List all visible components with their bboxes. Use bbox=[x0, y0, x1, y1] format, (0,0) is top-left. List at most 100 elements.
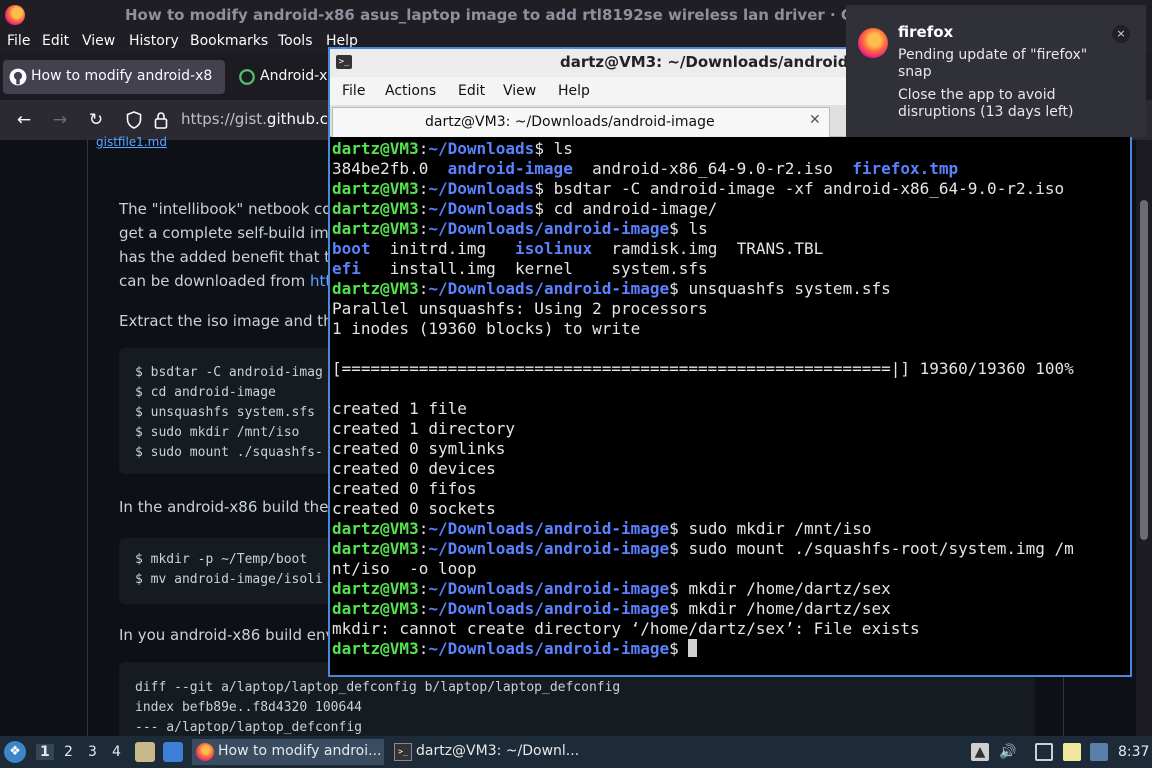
path-text: ~/Downloads/android-image bbox=[428, 599, 670, 618]
path-text: ~/Downloads/android-image bbox=[428, 539, 670, 558]
terminal-text: $ bsdtar -C android-image -xf android-x8… bbox=[534, 179, 1065, 198]
task-terminal[interactable]: >_ dartz@VM3: ~/Downl... bbox=[390, 739, 582, 765]
term-menu-file[interactable]: File bbox=[342, 83, 365, 99]
menu-file[interactable]: File bbox=[7, 33, 30, 49]
path-text: ~/Downloads bbox=[428, 199, 535, 218]
menu-history[interactable]: History bbox=[129, 33, 179, 49]
volume-icon[interactable]: 🔊 bbox=[999, 743, 1017, 761]
terminal-text: ramdisk.img TRANS.TBL bbox=[592, 239, 824, 258]
terminal-text: mkdir: cannot create directory ‘/home/da… bbox=[332, 619, 920, 638]
terminal-text: $ bbox=[669, 639, 689, 658]
code-line: --- a/laptop/laptop_defconfig bbox=[135, 720, 362, 735]
terminal-window: >_ dartz@VM3: ~/Downloads/android- File … bbox=[328, 47, 1132, 677]
firefox-window-title: How to modify android-x86 asus_laptop im… bbox=[125, 6, 866, 24]
tab-gist-label: How to modify android-x8 bbox=[31, 68, 213, 84]
terminal-text: install.img kernel system.sfs bbox=[360, 259, 708, 278]
term-menu-view[interactable]: View bbox=[503, 83, 536, 99]
terminal-line: created 0 symlinks bbox=[332, 439, 505, 459]
term-menu-actions[interactable]: Actions bbox=[385, 83, 436, 99]
workspace-4[interactable]: 4 bbox=[112, 744, 121, 760]
tab-android-x86[interactable]: Android-x8 bbox=[232, 60, 332, 94]
terminal-tab[interactable]: dartz@VM3: ~/Downloads/android-image ✕ bbox=[332, 107, 830, 137]
terminal-tab-label: dartz@VM3: ~/Downloads/android-image bbox=[425, 114, 715, 130]
terminal-window-title: dartz@VM3: ~/Downloads/android- bbox=[560, 53, 855, 71]
network-icon[interactable] bbox=[1035, 743, 1053, 761]
scrollbar-thumb[interactable] bbox=[1140, 200, 1148, 540]
paragraph-text: In the android-x86 build the bbox=[119, 498, 334, 516]
back-icon[interactable]: ← bbox=[13, 109, 35, 131]
close-icon[interactable]: × bbox=[1112, 25, 1130, 43]
prompt-user: dartz@VM3 bbox=[332, 519, 419, 538]
menu-bookmarks[interactable]: Bookmarks bbox=[190, 33, 268, 49]
terminal-text: 384be2fb.0 bbox=[332, 159, 448, 178]
page-scrollbar[interactable] bbox=[1136, 140, 1152, 736]
tab-android-x86-label: Android-x8 bbox=[260, 68, 332, 84]
terminal-line: dartz@VM3:~/Downloads$ bsdtar -C android… bbox=[332, 179, 1064, 199]
prompt-user: dartz@VM3 bbox=[332, 539, 419, 558]
firefox-icon bbox=[196, 743, 214, 761]
menu-edit[interactable]: Edit bbox=[42, 33, 69, 49]
terminal-text: : bbox=[418, 519, 429, 538]
start-menu-icon[interactable]: ❖ bbox=[4, 741, 26, 763]
terminal-text: $ unsquashfs system.sfs bbox=[669, 279, 891, 298]
term-menu-help[interactable]: Help bbox=[558, 83, 590, 99]
path-text: ~/Downloads/android-image bbox=[428, 519, 670, 538]
workspace-1[interactable]: 1 bbox=[36, 744, 54, 760]
terminal-line: created 1 file bbox=[332, 399, 467, 419]
terminal-text: created 1 file bbox=[332, 399, 467, 418]
paragraph-line: can be downloaded from http bbox=[119, 271, 341, 291]
notification-tray-icon[interactable] bbox=[1090, 743, 1108, 761]
code-line: $ bsdtar -C android-imag bbox=[135, 365, 323, 380]
terminal-text: : bbox=[418, 139, 429, 158]
terminal-line: created 1 directory bbox=[332, 419, 515, 439]
terminal-text: 1 inodes (19360 blocks) to write bbox=[332, 319, 641, 338]
menu-view[interactable]: View bbox=[82, 33, 115, 49]
shield-icon[interactable] bbox=[126, 111, 142, 129]
code-line: diff --git a/laptop/laptop_defconfig b/l… bbox=[135, 680, 621, 695]
task-terminal-label: dartz@VM3: ~/Downl... bbox=[416, 743, 580, 759]
terminal-text: [=======================================… bbox=[332, 359, 1074, 378]
terminal-text: nt/iso -o loop bbox=[332, 559, 477, 578]
clipboard-icon[interactable]: ▲ bbox=[971, 743, 989, 761]
terminal-icon: >_ bbox=[336, 55, 352, 69]
lock-icon[interactable] bbox=[154, 111, 168, 129]
terminal-text: : bbox=[418, 599, 429, 618]
terminal-output[interactable]: dartz@VM3:~/Downloads$ ls 384be2fb.0 andr… bbox=[330, 138, 1130, 675]
close-icon[interactable]: ✕ bbox=[809, 112, 821, 128]
forward-icon[interactable]: → bbox=[49, 109, 71, 131]
reload-icon[interactable]: ↻ bbox=[85, 109, 107, 131]
notes-icon[interactable] bbox=[1063, 743, 1081, 761]
url-domain: github.co bbox=[266, 110, 338, 128]
code-line: $ mkdir -p ~/Temp/boot bbox=[135, 552, 308, 567]
terminal-line: dartz@VM3:~/Downloads/android-image$ mkd… bbox=[332, 579, 891, 599]
code-line: $ unsquashfs system.sfs bbox=[135, 405, 316, 420]
task-firefox[interactable]: How to modify androi... bbox=[192, 739, 384, 765]
url-bar[interactable]: https://gist.github.co bbox=[181, 110, 337, 128]
path-text: android-image bbox=[447, 159, 573, 178]
terminal-text: : bbox=[418, 639, 429, 658]
path-text: ~/Downloads bbox=[428, 139, 535, 158]
file-manager-icon[interactable] bbox=[135, 742, 155, 762]
paragraph-line: In you android-x86 build envir bbox=[119, 626, 345, 644]
workspace-3[interactable]: 3 bbox=[88, 744, 97, 760]
term-menu-edit[interactable]: Edit bbox=[458, 83, 485, 99]
menu-tools[interactable]: Tools bbox=[278, 33, 313, 49]
terminal-text: $ ls bbox=[669, 219, 708, 238]
path-text: isolinux bbox=[515, 239, 593, 258]
update-notification[interactable]: firefox Pending update of "firefox" snap… bbox=[846, 5, 1146, 137]
terminal-text: : bbox=[418, 179, 429, 198]
code-line: index befb89e..f8d4320 100644 bbox=[135, 700, 362, 715]
tab-gist[interactable]: How to modify android-x8 bbox=[3, 60, 225, 94]
path-text: ~/Downloads/android-image bbox=[428, 579, 670, 598]
notification-text: disruptions (13 days left) bbox=[898, 104, 1074, 120]
prompt-user: dartz@VM3 bbox=[332, 579, 419, 598]
gist-filename[interactable]: gistfile1.md bbox=[96, 135, 167, 149]
terminal-line: [=======================================… bbox=[332, 359, 1074, 379]
workspace-2[interactable]: 2 bbox=[64, 744, 73, 760]
android-x86-icon bbox=[239, 69, 255, 85]
show-desktop-icon[interactable] bbox=[163, 742, 183, 762]
terminal-text: created 0 sockets bbox=[332, 499, 496, 518]
path-text: ~/Downloads/android-image bbox=[428, 219, 670, 238]
code-line: $ cd android-image bbox=[135, 385, 276, 400]
prompt-user: dartz@VM3 bbox=[332, 279, 419, 298]
